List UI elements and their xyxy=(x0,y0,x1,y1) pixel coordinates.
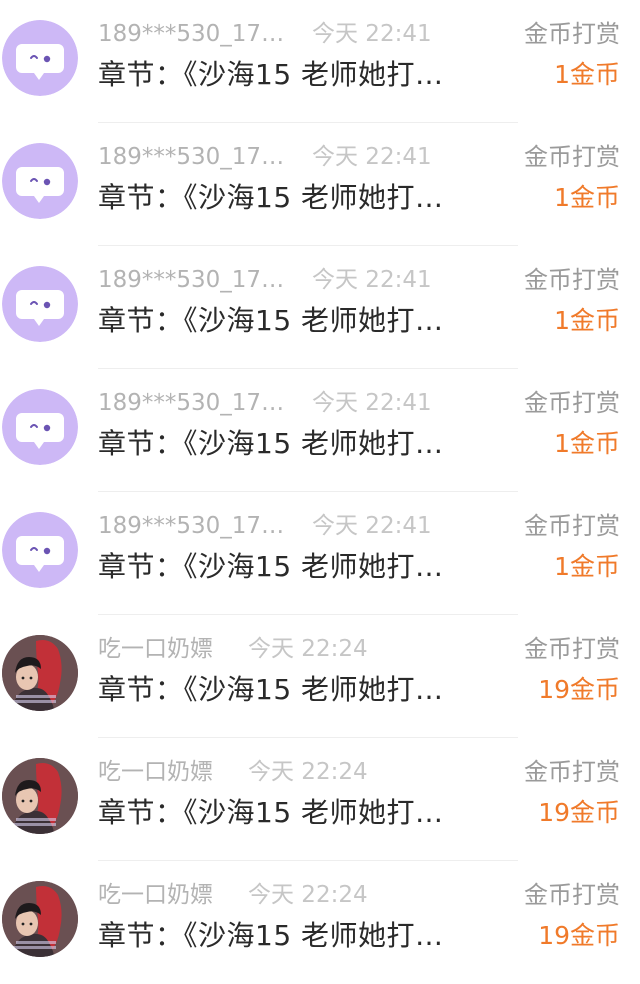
avatar[interactable] xyxy=(2,389,78,465)
chat-bubble-icon xyxy=(2,266,78,342)
chapter-title: 章节：《沙海15 老师她打… xyxy=(98,304,444,337)
chapter-title: 章节：《沙海15 老师她打… xyxy=(98,796,444,829)
reward-amount: 19金币 xyxy=(538,798,620,827)
reward-list: 189***530_17… 今天 22:41 章节：《沙海15 老师她打… 金币… xyxy=(0,0,640,980)
reward-amount: 1金币 xyxy=(554,429,620,458)
sender-name: 吃一口奶嫖 xyxy=(98,882,213,908)
photo-avatar-icon xyxy=(2,635,78,711)
chapter-title: 章节：《沙海15 老师她打… xyxy=(98,427,444,460)
reward-type: 金币打赏 xyxy=(524,635,620,663)
reward-type: 金币打赏 xyxy=(524,20,620,48)
reward-amount: 1金币 xyxy=(554,552,620,581)
sender-name: 吃一口奶嫖 xyxy=(98,636,213,662)
reward-row[interactable]: 189***530_17… 今天 22:41 章节：《沙海15 老师她打… 金币… xyxy=(0,123,640,246)
sender-name: 189***530_17… xyxy=(98,21,285,47)
avatar[interactable] xyxy=(2,758,78,834)
reward-time: 今天 22:41 xyxy=(312,21,432,47)
avatar[interactable] xyxy=(2,143,78,219)
chapter-title: 章节：《沙海15 老师她打… xyxy=(98,550,444,583)
sender-name: 189***530_17… xyxy=(98,144,285,170)
reward-type: 金币打赏 xyxy=(524,389,620,417)
reward-time: 今天 22:24 xyxy=(248,636,368,662)
sender-name: 189***530_17… xyxy=(98,267,285,293)
reward-row[interactable]: 吃一口奶嫖 今天 22:24 章节：《沙海15 老师她打… 金币打赏 19金币 xyxy=(0,738,640,861)
reward-row[interactable]: 吃一口奶嫖 今天 22:24 章节：《沙海15 老师她打… 金币打赏 19金币 xyxy=(0,861,640,984)
reward-row[interactable]: 吃一口奶嫖 今天 22:24 章节：《沙海15 老师她打… 金币打赏 19金币 xyxy=(0,615,640,738)
chapter-title: 章节：《沙海15 老师她打… xyxy=(98,181,444,214)
reward-row[interactable]: 189***530_17… 今天 22:41 章节：《沙海15 老师她打… 金币… xyxy=(0,0,640,123)
reward-row[interactable]: 189***530_17… 今天 22:41 章节：《沙海15 老师她打… 金币… xyxy=(0,369,640,492)
chat-bubble-icon xyxy=(2,389,78,465)
sender-name: 189***530_17… xyxy=(98,513,285,539)
reward-type: 金币打赏 xyxy=(524,143,620,171)
reward-row[interactable]: 189***530_17… 今天 22:41 章节：《沙海15 老师她打… 金币… xyxy=(0,246,640,369)
photo-avatar-icon xyxy=(2,758,78,834)
reward-amount: 1金币 xyxy=(554,60,620,89)
chat-bubble-icon xyxy=(2,512,78,588)
reward-time: 今天 22:41 xyxy=(312,390,432,416)
chapter-title: 章节：《沙海15 老师她打… xyxy=(98,58,444,91)
reward-time: 今天 22:24 xyxy=(248,759,368,785)
avatar[interactable] xyxy=(2,635,78,711)
chapter-title: 章节：《沙海15 老师她打… xyxy=(98,673,444,706)
reward-amount: 19金币 xyxy=(538,675,620,704)
avatar[interactable] xyxy=(2,20,78,96)
reward-time: 今天 22:41 xyxy=(312,267,432,293)
reward-type: 金币打赏 xyxy=(524,266,620,294)
reward-type: 金币打赏 xyxy=(524,881,620,909)
avatar[interactable] xyxy=(2,881,78,957)
reward-amount: 19金币 xyxy=(538,921,620,950)
chapter-title: 章节：《沙海15 老师她打… xyxy=(98,919,444,952)
reward-time: 今天 22:24 xyxy=(248,882,368,908)
sender-name: 189***530_17… xyxy=(98,390,285,416)
chat-bubble-icon xyxy=(2,20,78,96)
photo-avatar-icon xyxy=(2,881,78,957)
avatar[interactable] xyxy=(2,512,78,588)
reward-type: 金币打赏 xyxy=(524,512,620,540)
reward-type: 金币打赏 xyxy=(524,758,620,786)
reward-time: 今天 22:41 xyxy=(312,513,432,539)
reward-amount: 1金币 xyxy=(554,183,620,212)
avatar[interactable] xyxy=(2,266,78,342)
sender-name: 吃一口奶嫖 xyxy=(98,759,213,785)
reward-amount: 1金币 xyxy=(554,306,620,335)
reward-row[interactable]: 189***530_17… 今天 22:41 章节：《沙海15 老师她打… 金币… xyxy=(0,492,640,615)
chat-bubble-icon xyxy=(2,143,78,219)
reward-time: 今天 22:41 xyxy=(312,144,432,170)
